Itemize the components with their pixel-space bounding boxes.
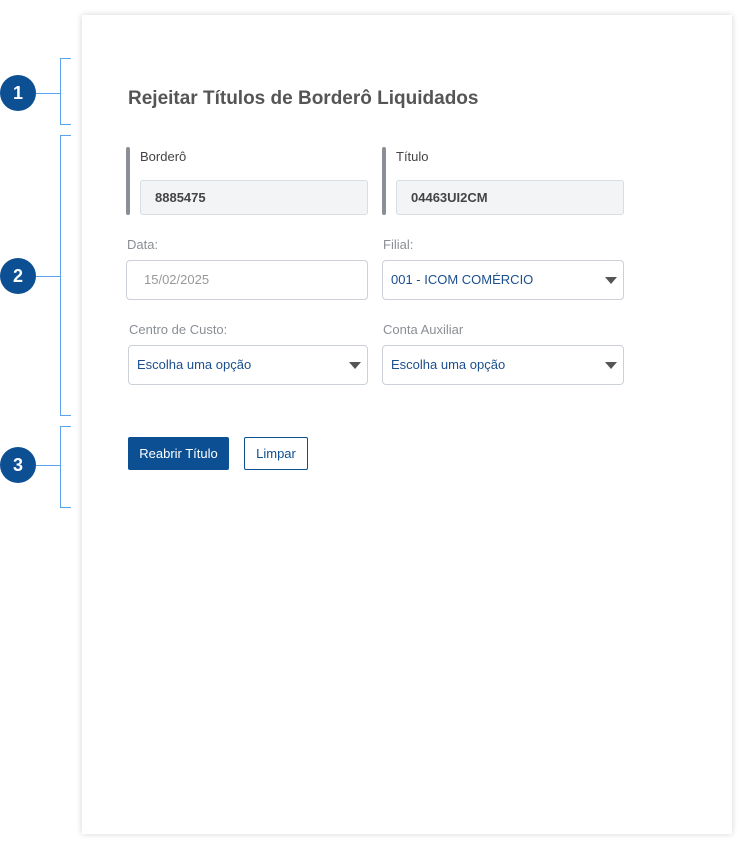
annotation-badge-1: 1 <box>0 75 36 111</box>
titulo-field: 04463UI2CM <box>396 180 624 215</box>
conta-auxiliar-value: Escolha uma opção <box>391 357 506 372</box>
chevron-down-icon <box>349 362 361 369</box>
chevron-down-icon <box>605 362 617 369</box>
filial-label: Filial: <box>383 237 414 252</box>
annotation-bracket-3 <box>60 426 71 508</box>
data-label: Data: <box>127 237 159 252</box>
annotation-connector-3 <box>36 465 60 466</box>
bordero-label: Borderô <box>140 149 187 164</box>
data-input[interactable]: 15/02/2025 <box>126 260 368 300</box>
titulo-label: Título <box>396 149 429 164</box>
annotation-badge-3: 3 <box>0 447 36 483</box>
bordero-field: 8885475 <box>140 180 368 215</box>
page-title: Rejeitar Títulos de Borderô Liquidados <box>128 88 479 109</box>
conta-auxiliar-label: Conta Auxiliar <box>383 322 464 337</box>
annotation-badge-2: 2 <box>0 258 36 294</box>
clear-button[interactable]: Limpar <box>244 437 308 470</box>
annotation-connector-1 <box>36 93 60 94</box>
annotation-connector-2 <box>36 276 60 277</box>
annotation-bracket-1 <box>60 58 71 125</box>
reopen-title-button[interactable]: Reabrir Título <box>128 437 229 470</box>
annotation-bracket-2 <box>60 135 71 416</box>
centro-custo-select[interactable]: Escolha uma opção <box>128 345 368 385</box>
chevron-down-icon <box>605 277 617 284</box>
conta-auxiliar-select[interactable]: Escolha uma opção <box>382 345 624 385</box>
form-card <box>82 15 732 834</box>
filial-value: 001 - ICOM COMÉRCIO <box>391 272 534 287</box>
bordero-accent-bar <box>126 147 130 215</box>
centro-custo-value: Escolha uma opção <box>137 357 252 372</box>
filial-select[interactable]: 001 - ICOM COMÉRCIO <box>382 260 624 300</box>
centro-custo-label: Centro de Custo: <box>129 322 228 337</box>
titulo-accent-bar <box>382 147 386 215</box>
